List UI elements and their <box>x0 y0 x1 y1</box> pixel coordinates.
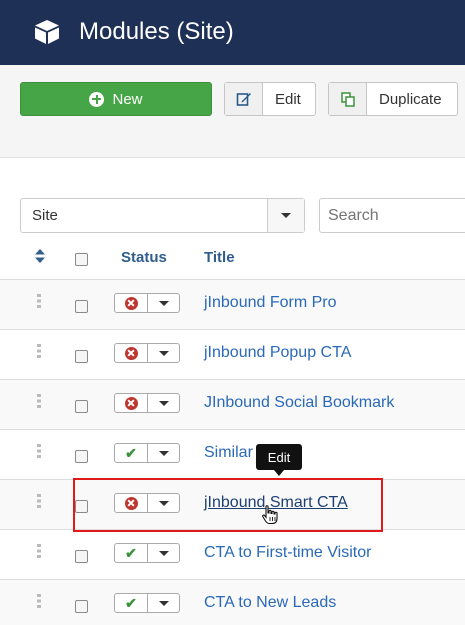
check-icon: ✔ <box>125 595 137 611</box>
drag-handle-icon[interactable] <box>37 344 41 358</box>
client-select[interactable]: Site <box>20 198 305 233</box>
table-row: ✔ CTA to First-time Visitor <box>0 530 465 580</box>
check-icon: ✔ <box>125 545 137 561</box>
edit-button-label: Edit <box>275 90 301 108</box>
status-button-group <box>114 393 180 413</box>
hand-cursor-icon <box>262 505 278 525</box>
chevron-down-icon <box>158 550 169 556</box>
actions-dropdown-toggle[interactable] <box>148 544 179 562</box>
title-column-header[interactable]: Title <box>204 249 235 266</box>
select-all-checkbox[interactable] <box>75 253 88 266</box>
unpublished-icon <box>124 346 138 360</box>
table-header: Status Title <box>0 238 465 280</box>
actions-dropdown-toggle[interactable] <box>148 394 179 412</box>
module-title-link[interactable]: jInbound Popup CTA <box>204 344 351 362</box>
row-checkbox[interactable] <box>75 450 88 463</box>
drag-handle-icon[interactable] <box>37 294 41 308</box>
duplicate-button[interactable]: Duplicate <box>328 82 458 116</box>
actions-dropdown-toggle[interactable] <box>148 294 179 312</box>
unpublished-icon <box>124 396 138 410</box>
module-title-link[interactable]: jInbound Form Pro <box>204 294 337 312</box>
status-button-group: ✔ <box>114 543 180 563</box>
module-title-link[interactable]: CTA to First-time Visitor <box>204 544 371 562</box>
row-checkbox[interactable] <box>75 400 88 413</box>
actions-dropdown-toggle[interactable] <box>148 594 179 612</box>
page-header: Modules (Site) <box>0 0 465 65</box>
chevron-down-icon <box>158 600 169 606</box>
client-select-value: Site <box>32 207 58 224</box>
table-row: ✔ Similar Items <box>0 430 465 480</box>
row-checkbox[interactable] <box>75 350 88 363</box>
status-button-group <box>114 293 180 313</box>
chevron-down-icon <box>158 450 169 456</box>
new-button[interactable]: New <box>20 82 212 116</box>
row-checkbox[interactable] <box>75 550 88 563</box>
actions-dropdown-toggle[interactable] <box>148 344 179 362</box>
toolbar: New Edit Duplicate <box>0 65 465 158</box>
status-button-group <box>114 343 180 363</box>
chevron-down-icon <box>267 199 304 232</box>
module-title-link[interactable]: CTA to New Leads <box>204 594 336 612</box>
row-checkbox[interactable] <box>75 300 88 313</box>
copy-icon <box>329 83 367 115</box>
module-title-link[interactable]: JInbound Social Bookmark <box>204 394 394 412</box>
drag-handle-icon[interactable] <box>37 444 41 458</box>
status-toggle[interactable] <box>115 394 148 412</box>
edit-tooltip: Edit <box>256 444 302 476</box>
table-row: jInbound Popup CTA <box>0 330 465 380</box>
table-row: JInbound Social Bookmark <box>0 380 465 430</box>
table-row: jInbound Form Pro <box>0 280 465 330</box>
status-column-header[interactable]: Status <box>121 249 167 266</box>
sort-icon[interactable] <box>35 249 45 263</box>
page-title: Modules (Site) <box>79 18 234 45</box>
chevron-down-icon <box>158 400 169 406</box>
table-row: ✔ CTA to New Leads <box>0 580 465 625</box>
status-toggle[interactable] <box>115 294 148 312</box>
cube-icon <box>35 20 59 44</box>
status-toggle[interactable]: ✔ <box>115 444 148 462</box>
new-button-label: New <box>112 90 143 108</box>
row-checkbox[interactable] <box>75 600 88 613</box>
drag-handle-icon[interactable] <box>37 394 41 408</box>
status-button-group: ✔ <box>114 593 180 613</box>
filter-bar: Site <box>0 198 465 234</box>
edit-icon <box>225 83 263 115</box>
highlight-box <box>73 478 383 532</box>
drag-handle-icon[interactable] <box>37 494 41 508</box>
check-icon: ✔ <box>125 445 137 461</box>
status-toggle[interactable] <box>115 344 148 362</box>
status-toggle[interactable]: ✔ <box>115 594 148 612</box>
plus-circle-icon <box>89 91 105 107</box>
search-input[interactable] <box>319 198 465 233</box>
status-toggle[interactable]: ✔ <box>115 544 148 562</box>
chevron-down-icon <box>158 300 169 306</box>
status-button-group: ✔ <box>114 443 180 463</box>
drag-handle-icon[interactable] <box>37 594 41 608</box>
edit-button[interactable]: Edit <box>224 82 316 116</box>
duplicate-button-label: Duplicate <box>379 90 442 108</box>
chevron-down-icon <box>158 350 169 356</box>
unpublished-icon <box>124 296 138 310</box>
actions-dropdown-toggle[interactable] <box>148 444 179 462</box>
drag-handle-icon[interactable] <box>37 544 41 558</box>
